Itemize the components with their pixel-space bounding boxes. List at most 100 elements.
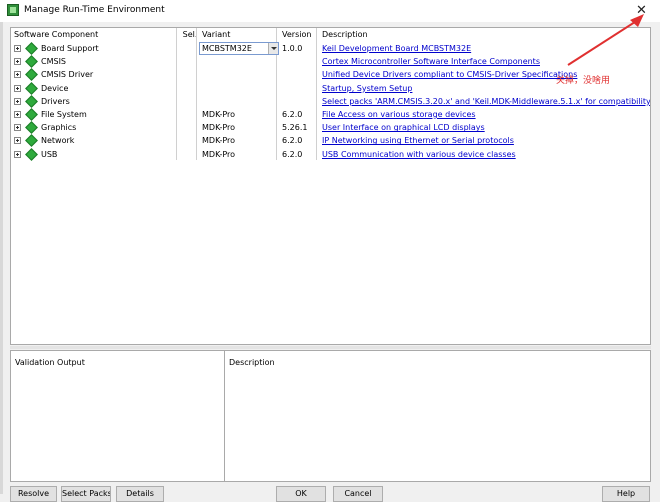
sel-cell[interactable] [181, 134, 199, 147]
sel-cell[interactable] [181, 82, 199, 95]
component-name: CMSIS Driver [41, 70, 94, 80]
expand-icon[interactable] [14, 97, 21, 105]
expand-icon[interactable] [14, 45, 21, 52]
variant-cell [199, 55, 279, 68]
header-software-component[interactable]: Software Component [11, 28, 181, 41]
validation-output-panel: Validation Output [11, 351, 225, 481]
expand-icon[interactable] [14, 137, 21, 145]
component-name: Network [41, 136, 75, 146]
component-name: Board Support [41, 44, 99, 53]
component-name: CMSIS [41, 57, 67, 67]
component-icon [25, 42, 38, 55]
component-name: Drivers [41, 96, 70, 106]
details-button[interactable]: Details [116, 486, 164, 502]
table-row[interactable]: CMSIS Driver Unified Device Drivers compl… [11, 68, 650, 82]
sel-cell[interactable] [181, 42, 199, 55]
sel-cell[interactable] [181, 148, 199, 161]
description-link[interactable]: Keil Development Board MCBSTM32E [322, 44, 471, 53]
version-cell: 6.2.0 [282, 110, 303, 119]
sel-cell[interactable] [181, 68, 199, 81]
variant-value: MCBSTM32E [202, 44, 252, 53]
expand-icon[interactable] [14, 58, 21, 66]
table-row[interactable]: File System MDK-Pro 6.2.0 File Access on va… [11, 108, 650, 121]
cancel-button[interactable]: Cancel [333, 486, 383, 502]
version-cell: 6.2.0 [282, 149, 303, 159]
select-packs-button[interactable]: Select Packs [61, 486, 111, 502]
help-button[interactable]: Help [602, 486, 650, 502]
component-name: USB [41, 149, 58, 159]
component-icon [25, 134, 38, 148]
variant-cell [199, 82, 279, 95]
table-row[interactable]: USB MDK-Pro 6.2.0 USB Communication with va… [11, 147, 650, 161]
component-cell: Graphics [11, 121, 181, 135]
component-icon [25, 147, 38, 161]
table-row[interactable]: Graphics MDK-Pro 5.26.1 User Interface on g… [11, 121, 650, 135]
variant-cell: MDK-Pro [202, 136, 236, 146]
version-cell [279, 95, 319, 108]
version-cell: 1.0.0 [282, 44, 303, 53]
expand-icon[interactable] [14, 150, 21, 158]
version-cell [279, 55, 319, 68]
table-row[interactable]: Network MDK-Pro 6.2.0 IP Networking using E… [11, 134, 650, 148]
component-name: Device [41, 83, 69, 93]
description-link[interactable]: USB Communication with various device cl… [322, 150, 516, 159]
sel-cell[interactable] [181, 55, 199, 68]
description-link[interactable]: Startup, System Setup [322, 84, 412, 93]
expand-icon[interactable] [14, 84, 21, 92]
annotation-arrow-icon [567, 14, 644, 66]
table-row[interactable]: Drivers Select packs 'ARM.CMSIS.3.20.x' a… [11, 94, 650, 108]
window-title: Manage Run-Time Environment [24, 5, 165, 15]
table-row[interactable]: CMSIS Cortex Microcontroller Software Int… [11, 55, 650, 69]
description-cell: USB Communication with various device cl… [319, 148, 650, 161]
table-row[interactable]: Device Startup, System Setup [11, 81, 650, 95]
description-link[interactable]: User Interface on graphical LCD displays [322, 123, 485, 132]
ok-button[interactable]: OK [276, 486, 326, 502]
sel-cell[interactable] [181, 121, 199, 134]
variant-cell: MDK-Pro [202, 110, 236, 119]
description-link[interactable]: Cortex Microcontroller Software Interfac… [322, 57, 540, 66]
description-link[interactable]: Select packs 'ARM.CMSIS.3.20.x' and 'Kei… [322, 97, 650, 106]
component-cell: Device [11, 81, 181, 95]
component-name: Graphics [41, 123, 77, 133]
header-version[interactable]: Version [279, 28, 319, 41]
variant-dropdown[interactable]: MCBSTM32E [199, 42, 279, 55]
description-cell: File Access on various storage devices [319, 108, 650, 121]
component-cell: USB [11, 147, 181, 161]
header-variant[interactable]: Variant [199, 28, 279, 41]
resolve-button[interactable]: Resolve [10, 486, 57, 502]
expand-icon[interactable] [14, 71, 21, 79]
component-icon [25, 121, 38, 135]
component-cell: Drivers [11, 94, 181, 108]
variant-cell: MDK-Pro [202, 123, 236, 133]
chevron-down-icon[interactable] [268, 43, 278, 54]
version-cell: 6.2.0 [282, 136, 303, 146]
variant-cell [199, 68, 279, 81]
variant-cell: MDK-Pro [202, 149, 236, 159]
sel-cell[interactable] [181, 108, 199, 121]
component-icon [25, 81, 38, 95]
validation-output-label: Validation Output [15, 358, 85, 367]
expand-icon[interactable] [14, 124, 21, 132]
component-cell: File System [11, 108, 181, 121]
version-cell [279, 82, 319, 95]
rte-app-icon [7, 4, 19, 16]
component-cell: CMSIS Driver [11, 68, 181, 82]
variant-cell [199, 95, 279, 108]
version-cell [279, 68, 319, 81]
component-grid: Software Component Sel. Variant Version … [10, 27, 651, 345]
version-cell: 5.26.1 [282, 123, 308, 133]
sel-cell[interactable] [181, 95, 199, 108]
expand-icon[interactable] [14, 111, 21, 118]
description-cell: Select packs 'ARM.CMSIS.3.20.x' and 'Kei… [319, 95, 650, 108]
description-link[interactable]: File Access on various storage devices [322, 110, 476, 119]
description-link[interactable]: IP Networking using Ethernet or Serial p… [322, 136, 514, 145]
component-cell: Network [11, 134, 181, 148]
component-icon [25, 94, 38, 108]
component-icon [25, 68, 38, 82]
window-left-edge [0, 22, 3, 494]
description-link[interactable]: Unified Device Drivers compliant to CMSI… [322, 70, 577, 79]
component-cell: Board Support [11, 42, 181, 55]
panel-splitter[interactable] [10, 346, 651, 349]
table-row[interactable]: Board Support MCBSTM32E 1.0.0 Keil Developm… [11, 42, 650, 55]
bottom-panel: Validation Output Description [10, 350, 651, 482]
